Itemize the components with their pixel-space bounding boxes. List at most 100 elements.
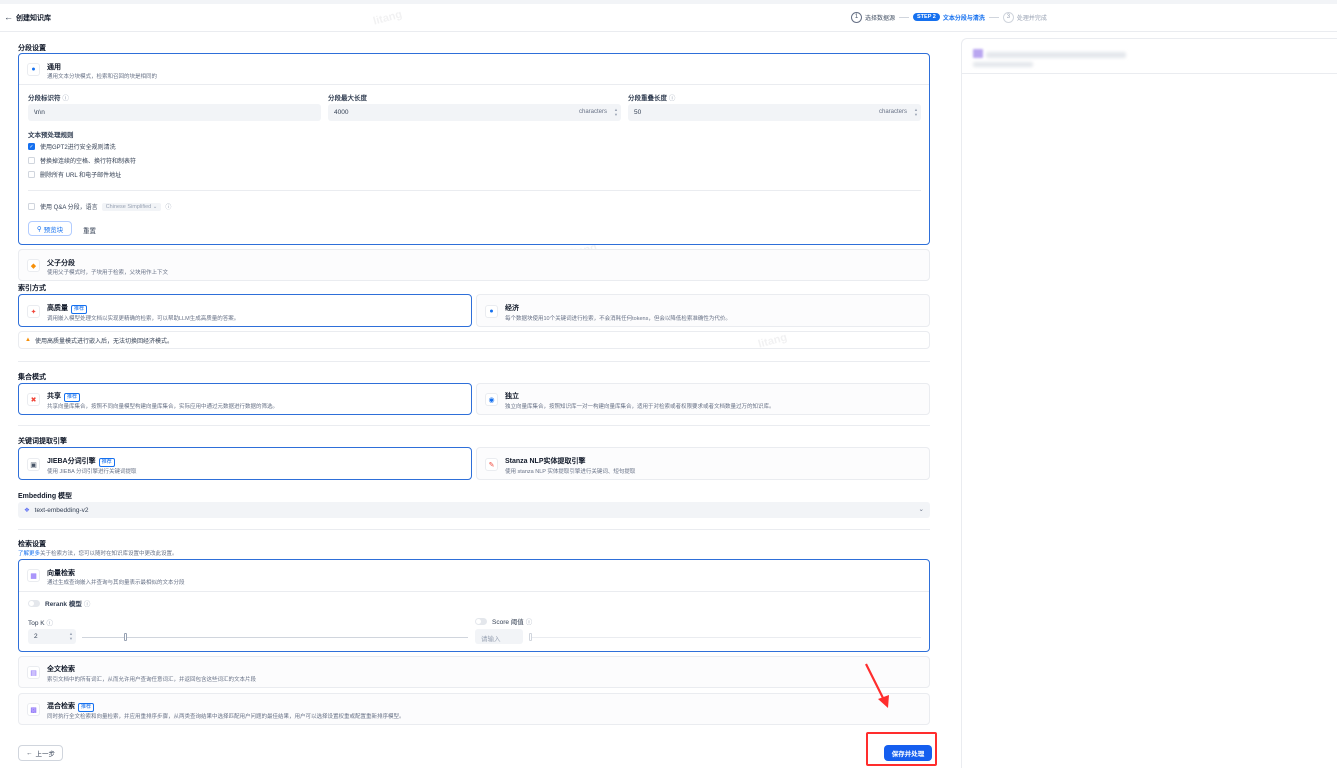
reset-button[interactable]: 重置 — [83, 225, 96, 235]
max-length-value: 4000 — [334, 109, 349, 116]
overlap-label: 分段重叠长度 ⓘ — [628, 95, 676, 102]
economy-card[interactable]: ● 经济 每个数据块使用10个关键词进行检索，不会消耗任何tokens，但会以降… — [476, 294, 930, 327]
fulltext-search-icon: ▤ — [27, 666, 40, 679]
qa-segment-checkbox[interactable]: 使用 Q&A 分段，语言 Chinese Simplified ⌄ ⓘ — [28, 202, 171, 211]
step-separator — [899, 16, 910, 18]
stepper-icon[interactable]: ▲ ▼ — [69, 631, 73, 641]
back-arrow-icon[interactable]: ← — [4, 12, 13, 22]
max-length-unit: characters — [578, 109, 607, 115]
vector-search-card[interactable]: ▦ 向量检索 通过生成查询嵌入并查询与其向量表示最相似的文本分段 Rerank … — [18, 559, 930, 652]
stanza-engine-card[interactable]: ✎ Stanza NLP实体提取引擎 使用 stanza NLP 实体提取引擎进… — [476, 447, 930, 480]
fulltext-search-card[interactable]: ▤ 全文检索 索引文档中的所有词汇，从而允许用户查询任意词汇，并返回包含这些词汇… — [18, 656, 930, 688]
qa-language-select[interactable]: Chinese Simplified ⌄ — [101, 202, 162, 211]
embedding-section-title: Embedding 模型 — [18, 493, 73, 500]
economy-icon: ● — [485, 305, 498, 318]
high-quality-card[interactable]: ✦ 高质量 推荐 调用嵌入模型处理文档以实现更精确的检索，可以帮助LLM生成高质量… — [18, 294, 472, 327]
rerank-toggle[interactable] — [28, 599, 40, 607]
index-warning: ▲ 使用高质量模式进行嵌入后，无法切换回经济模式。 — [18, 331, 930, 349]
top-strip — [0, 0, 1337, 4]
score-row: Score 阈值 ⓘ — [475, 616, 532, 626]
blurred-filename — [986, 52, 1126, 58]
topk-slider-track[interactable] — [82, 637, 468, 638]
score-input[interactable]: 请输入 — [475, 629, 523, 644]
overlap-unit: characters — [878, 109, 907, 115]
score-slider-track[interactable] — [529, 637, 921, 638]
stepper-icon[interactable]: ▲ ▼ — [914, 107, 918, 117]
separator-input[interactable]: \n\n — [28, 104, 321, 121]
stepper: 1 选择数据源 STEP 2 文本分段与清洗 3 处理并完成 — [851, 11, 1047, 23]
independent-title: 独立 — [505, 393, 519, 400]
vector-search-desc: 通过生成查询嵌入并查询与其向量表示最相似的文本分段 — [47, 580, 185, 586]
embedding-model-value: text-embedding-v2 — [34, 507, 89, 514]
jieba-engine-card[interactable]: ▣ JIEBA分词引擎 推荐 使用 JIEBA 分词引擎进行关键词提取 — [18, 447, 472, 480]
stepper-icon[interactable]: ▲ ▼ — [614, 107, 618, 117]
score-slider-thumb[interactable] — [529, 633, 532, 641]
separator-label: 分段标识符 ⓘ — [28, 95, 69, 102]
preview-header — [962, 39, 1337, 74]
fulltext-desc: 索引文档中的所有词汇，从而允许用户查询任意词汇，并返回包含这些词汇的文本片段 — [47, 677, 257, 683]
hybrid-search-card[interactable]: ▩ 混合检索 推荐 同时执行全文检索和向量检索，并应用重排序步骤，从两类查询结果中… — [18, 693, 930, 725]
rule-whitespace-checkbox[interactable]: 替换掉连续的空格、换行符和制表符 — [28, 156, 136, 165]
index-section-title: 索引方式 — [18, 285, 46, 292]
checkbox-checked-icon[interactable]: ✓ — [28, 143, 35, 150]
retrieval-section-title: 检索设置 — [18, 541, 46, 548]
topk-slider-thumb[interactable] — [124, 633, 127, 641]
high-quality-icon: ✦ — [27, 305, 40, 318]
learn-more-link[interactable]: 了解更多 — [18, 551, 40, 557]
checkbox-icon[interactable] — [28, 157, 35, 164]
stanza-title: Stanza NLP实体提取引擎 — [505, 458, 586, 465]
high-quality-desc: 调用嵌入模型处理文档以实现更精确的检索，可以帮助LLM生成高质量的答案。 — [47, 316, 240, 322]
rerank-label: Rerank 模型 — [45, 601, 82, 608]
page-title: 创建知识库 — [16, 15, 51, 22]
checkbox-icon[interactable] — [28, 171, 35, 178]
collection-section-title: 集合模式 — [18, 374, 46, 381]
score-toggle[interactable] — [475, 617, 487, 625]
preview-panel — [961, 38, 1337, 768]
step-1-label: 选择数据源 — [865, 15, 896, 22]
warning-text: 使用高质量模式进行嵌入后，无法切换回经济模式。 — [34, 338, 173, 345]
qa-label: 使用 Q&A 分段，语言 — [40, 205, 98, 211]
prev-step-button[interactable]: ← 上一步 — [18, 745, 63, 761]
rule-gpt2-checkbox[interactable]: ✓ 使用GPT2进行安全规则清洗 — [28, 142, 116, 151]
divider — [18, 361, 930, 362]
divider — [28, 190, 921, 191]
info-icon: ⓘ — [668, 95, 676, 102]
separator-value: \n\n — [34, 109, 45, 116]
shared-title: 共享 推荐 — [47, 391, 81, 402]
embedding-model-select[interactable]: ❖ text-embedding-v2 ⌄ — [18, 502, 930, 518]
general-segment-card[interactable]: ● 通用 通用文本分块模式，检索和召回的块是相同的 分段标识符 ⓘ \n\n 分… — [18, 53, 930, 245]
topk-input[interactable]: 2 ▲ ▼ — [28, 629, 76, 644]
checkbox-icon[interactable] — [28, 203, 35, 210]
parent-child-desc: 使用父子模式时，子块用于检索，父块用作上下文 — [47, 270, 169, 276]
preview-chunks-button[interactable]: ⚲ 预览块 — [28, 221, 72, 236]
shared-collection-card[interactable]: ✖ 共享 推荐 共享向量库集合，按照不同向量模型构建向量库集合，实际应用中通过元数… — [18, 383, 472, 415]
info-icon: ⓘ — [62, 95, 69, 102]
independent-collection-card[interactable]: ◉ 独立 独立向量库集合，按照知识库一对一构建向量库集合，适用于对检索或者权限要… — [476, 383, 930, 415]
step-2-label: 文本分段与清洗 — [942, 15, 985, 22]
rule-label: 使用GPT2进行安全规则清洗 — [40, 145, 116, 151]
prev-step-label: 上一步 — [35, 751, 56, 758]
chevron-down-icon: ⌄ — [918, 506, 924, 513]
rule-url-checkbox[interactable]: 删除所有 URL 和电子邮件地址 — [28, 170, 121, 179]
recommend-badge: 推荐 — [78, 703, 95, 712]
top-bar: ← 创建知识库 1 选择数据源 STEP 2 文本分段与清洗 3 处理并完成 — [0, 0, 1337, 32]
overlap-input[interactable]: 50 characters ▲ ▼ — [628, 104, 921, 121]
step-3-number: 3 — [1002, 11, 1014, 23]
hybrid-title: 混合检索 推荐 — [47, 701, 95, 712]
step-separator — [988, 16, 999, 18]
shared-icon: ✖ — [27, 393, 40, 406]
economy-title: 经济 — [505, 305, 519, 312]
info-icon: ⓘ — [46, 620, 53, 627]
max-length-input[interactable]: 4000 characters ▲ ▼ — [328, 104, 621, 121]
step-2-badge: STEP 2 — [913, 13, 940, 21]
shared-desc: 共享向量库集合，按照不同向量模型构建向量库集合，实际应用中通过元数据进行数据的筛… — [47, 404, 279, 410]
divider — [18, 425, 930, 426]
stanza-desc: 使用 stanza NLP 实体提取引擎进行关键词、短句提取 — [505, 469, 636, 475]
independent-desc: 独立向量库集合，按照知识库一对一构建向量库集合，适用于对检索或者权限要求或者文档… — [505, 404, 775, 410]
independent-icon: ◉ — [485, 393, 498, 406]
score-label: Score 阈值 — [492, 619, 524, 626]
step-2: STEP 2 文本分段与清洗 — [913, 13, 985, 22]
info-icon: ⓘ — [165, 205, 172, 211]
parent-child-card[interactable]: ◆ 父子分段 使用父子模式时，子块用于检索，父块用作上下文 — [18, 249, 930, 281]
rule-label: 替换掉连续的空格、换行符和制表符 — [40, 159, 137, 165]
